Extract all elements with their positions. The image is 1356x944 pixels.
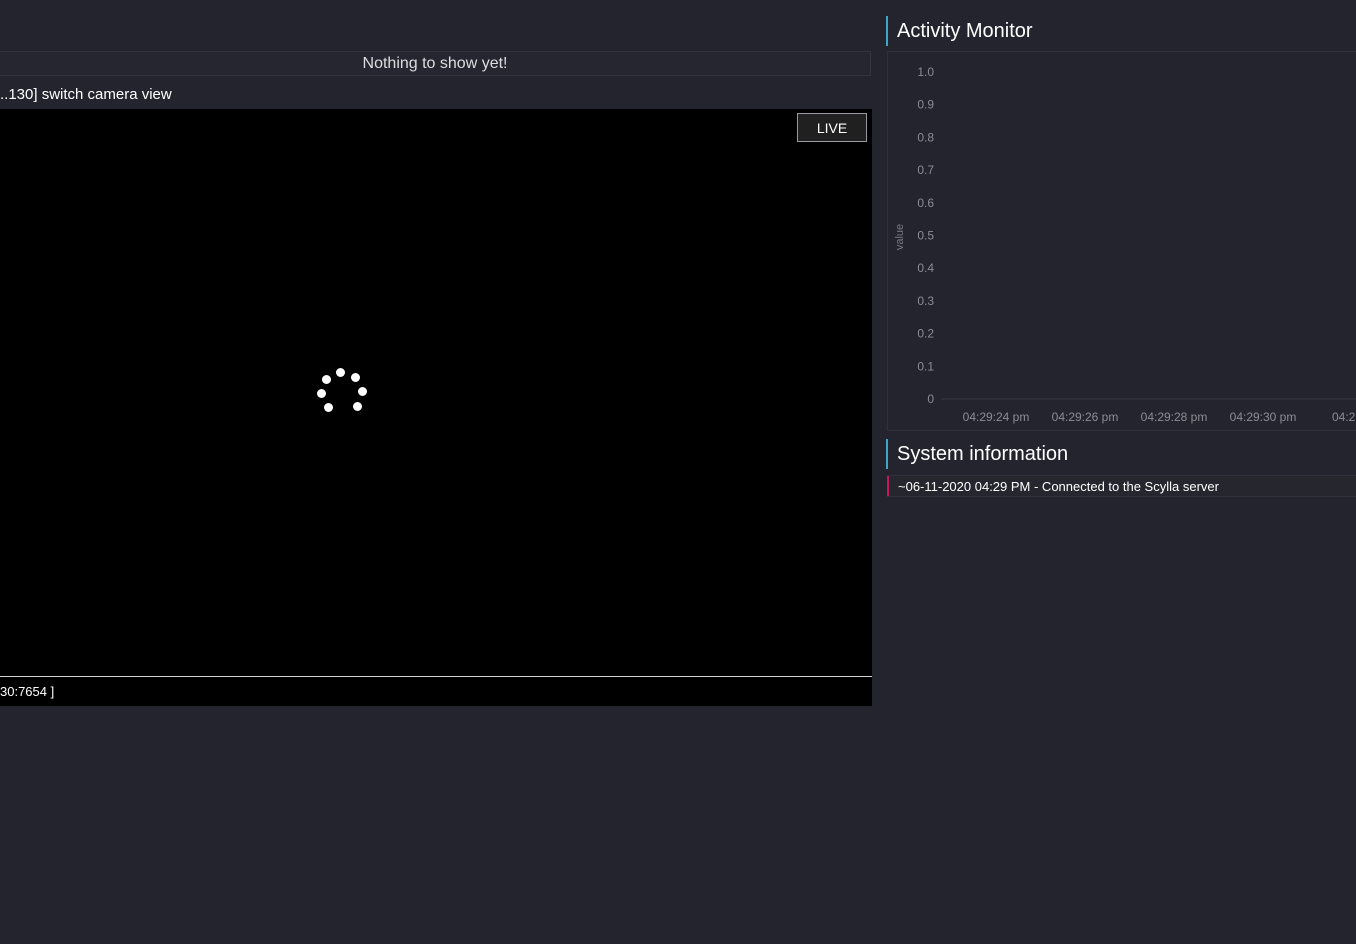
x-tick-label: 04:29:26 pm: [1052, 410, 1119, 424]
camera-address-bar: 30:7654 ]: [0, 676, 872, 706]
empty-state-message: Nothing to show yet!: [362, 54, 508, 72]
y-axis-label: value: [894, 224, 906, 250]
activity-chart: 1.0 0.9 0.8 0.7 0.6 0.5 0.4 0.3 0.2 0.1 0 04:29:24 …: [887, 51, 1356, 431]
y-tick-label: 0.5: [917, 229, 934, 243]
y-tick-label: 1.0: [917, 65, 934, 79]
y-tick-label: 0.8: [917, 130, 934, 144]
y-tick-label: 0: [927, 392, 934, 406]
camera-video-feed[interactable]: LIVE: [0, 109, 872, 676]
y-tick-label: 0.9: [917, 98, 934, 112]
system-information-title: System information: [886, 439, 1068, 469]
x-tick-label: 04:29:30 pm: [1230, 410, 1297, 424]
activity-chart-svg: 1.0 0.9 0.8 0.7 0.6 0.5 0.4 0.3 0.2 0.1 0 04:29:24 …: [894, 65, 1356, 424]
live-button[interactable]: LIVE: [797, 113, 867, 142]
y-tick-label: 0.6: [917, 196, 934, 210]
x-tick-label: 04:29:24 pm: [963, 410, 1030, 424]
y-tick-label: 0.1: [917, 359, 934, 373]
activity-monitor-title: Activity Monitor: [886, 16, 1033, 46]
x-tick-label: 04:29:3: [1332, 410, 1356, 424]
y-tick-label: 0.2: [917, 327, 934, 341]
y-tick-label: 0.7: [917, 163, 934, 177]
camera-address-text: 30:7654 ]: [0, 684, 55, 699]
y-tick-label: 0.3: [917, 294, 934, 308]
log-entry-text: ~06-11-2020 04:29 PM - Connected to the …: [898, 478, 1219, 494]
x-tick-label: 04:29:28 pm: [1141, 410, 1208, 424]
loading-spinner-icon: [310, 362, 374, 426]
system-log-entry: ~06-11-2020 04:29 PM - Connected to the …: [887, 475, 1356, 497]
camera-view-title: ..130] switch camera view: [0, 86, 172, 103]
empty-state-banner: Nothing to show yet!: [0, 51, 871, 76]
y-tick-label: 0.4: [917, 261, 934, 275]
